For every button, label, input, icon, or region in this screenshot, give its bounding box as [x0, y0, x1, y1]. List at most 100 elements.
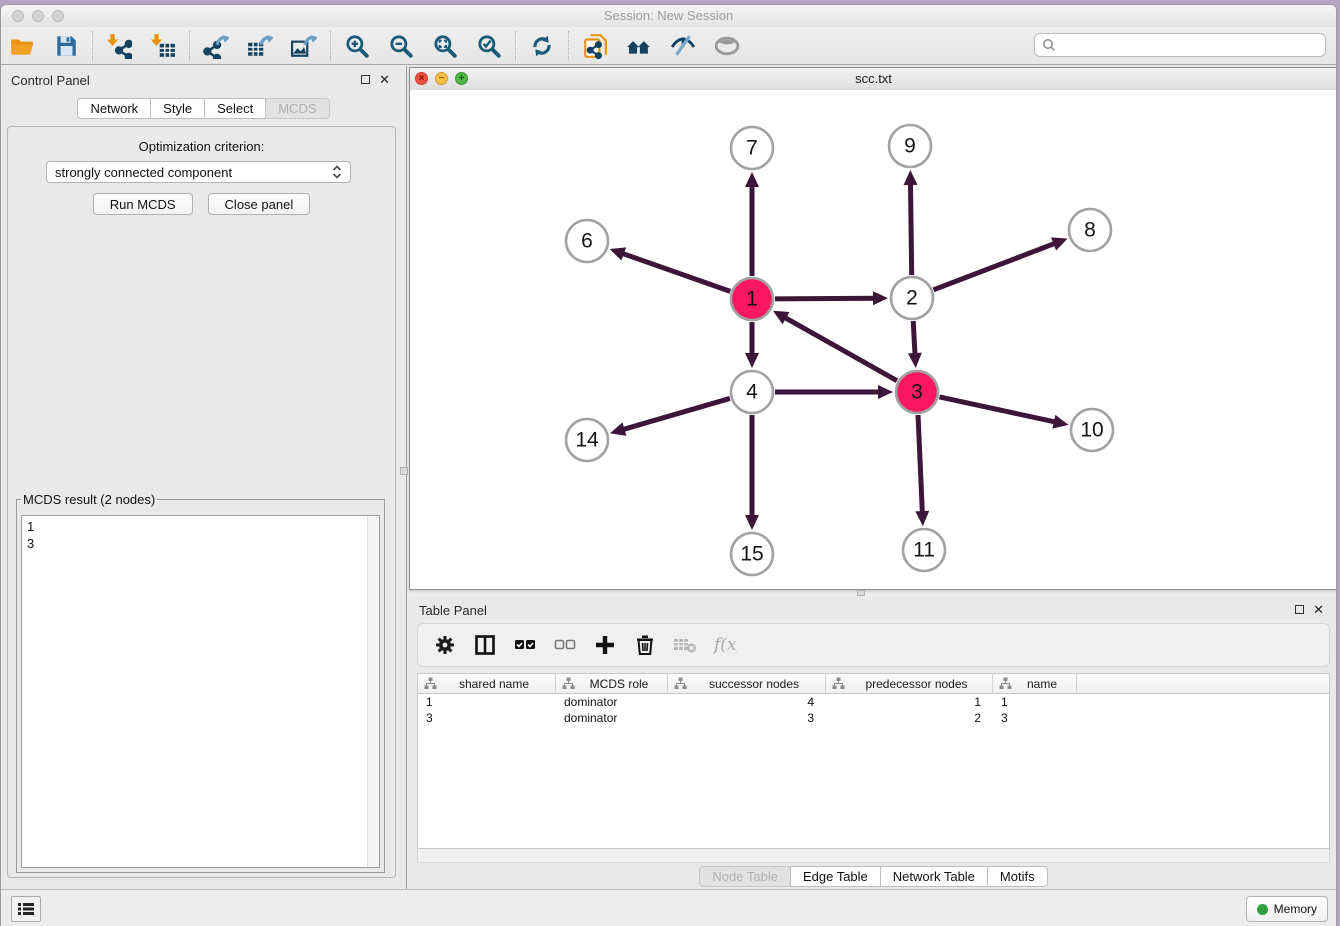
graph-node-8[interactable]: 8: [1069, 209, 1111, 251]
graph-edge-1-7[interactable]: [745, 172, 759, 276]
first-neighbors-button[interactable]: [626, 33, 652, 59]
mcds-result-textarea[interactable]: 1 3: [21, 515, 380, 868]
delete-column-icon: [633, 633, 657, 657]
search-input[interactable]: [1057, 35, 1325, 55]
graph-edge-4-3[interactable]: [775, 385, 893, 399]
graph-edge-2-9[interactable]: [904, 170, 918, 275]
zoom-in-button[interactable]: [344, 33, 370, 59]
graph-node-6[interactable]: 6: [566, 220, 608, 262]
graph-edge-1-4[interactable]: [745, 322, 759, 368]
tab-motifs[interactable]: Motifs: [987, 866, 1048, 887]
first-neighbors-icon: [626, 33, 652, 59]
graph-node-2[interactable]: 2: [891, 277, 933, 319]
control-panel-float-icon[interactable]: [361, 75, 370, 84]
table-panel: Table Panel ✕ f(x) shared nameMCDS roles…: [409, 597, 1337, 889]
search-icon: [1041, 37, 1057, 53]
new-network-from-selection-button[interactable]: [582, 33, 608, 59]
graph-node-3[interactable]: 3: [896, 371, 938, 413]
close-panel-button[interactable]: Close panel: [208, 193, 311, 215]
graph-node-15[interactable]: 15: [731, 533, 773, 575]
column-header-successor-nodes[interactable]: successor nodes: [668, 674, 826, 693]
column-header-predecessor-nodes[interactable]: predecessor nodes: [826, 674, 993, 693]
task-history-button[interactable]: [11, 896, 41, 922]
svg-text:10: 10: [1080, 419, 1103, 442]
tab-style[interactable]: Style: [150, 98, 205, 119]
criterion-dropdown[interactable]: strongly connected component: [46, 161, 351, 183]
tab-select[interactable]: Select: [204, 98, 266, 119]
add-column-button[interactable]: [592, 632, 618, 658]
show-all-button[interactable]: [714, 33, 740, 59]
column-header-name[interactable]: name: [993, 674, 1077, 693]
table-row[interactable]: 1dominator411: [418, 694, 1329, 710]
table-row[interactable]: 3dominator323: [418, 710, 1329, 726]
import-network-button[interactable]: [106, 33, 132, 59]
control-panel-title: Control Panel: [11, 73, 90, 88]
refresh-layout-button[interactable]: [529, 33, 555, 59]
table-panel-close-icon[interactable]: ✕: [1313, 605, 1324, 614]
toolbar-separator: [189, 31, 190, 61]
svg-text:2: 2: [906, 287, 918, 310]
export-image-icon: [291, 33, 317, 59]
import-table-button[interactable]: [150, 33, 176, 59]
result-scrollbar[interactable]: [367, 516, 379, 867]
unselect-all-button[interactable]: [552, 632, 578, 658]
export-table-button[interactable]: [247, 33, 273, 59]
table-cell: 3: [993, 711, 1077, 725]
tab-mcds[interactable]: MCDS: [265, 98, 329, 119]
columns-button[interactable]: [472, 632, 498, 658]
graph-node-11[interactable]: 11: [903, 529, 945, 571]
graph-edge-2-3[interactable]: [908, 321, 922, 368]
tab-node-table[interactable]: Node Table: [699, 866, 791, 887]
application-window: Session: New Session Control Panel ✕ Net…: [0, 4, 1337, 926]
run-mcds-button[interactable]: Run MCDS: [93, 193, 193, 215]
horizontal-splitter-handle[interactable]: [857, 590, 865, 596]
table-horizontal-scrollbar[interactable]: [417, 849, 1330, 863]
select-all-button[interactable]: [512, 632, 538, 658]
graph-edge-2-8[interactable]: [933, 237, 1067, 289]
tab-edge-table[interactable]: Edge Table: [790, 866, 881, 887]
table-panel-float-icon[interactable]: [1295, 605, 1304, 614]
search-box[interactable]: [1034, 33, 1326, 57]
zoom-selected-button[interactable]: [476, 33, 502, 59]
tab-network-table[interactable]: Network Table: [880, 866, 988, 887]
graph-edge-4-15[interactable]: [745, 415, 759, 530]
control-panel-close-icon[interactable]: ✕: [379, 75, 390, 84]
mcds-result-group: MCDS result (2 nodes) 1 3: [16, 492, 385, 873]
refresh-layout-icon: [529, 33, 555, 59]
gear-button[interactable]: [432, 632, 458, 658]
graph-node-9[interactable]: 9: [889, 125, 931, 167]
table-header-row: shared nameMCDS rolesuccessor nodesprede…: [418, 674, 1329, 694]
delete-table-button[interactable]: [672, 632, 698, 658]
hide-selected-button[interactable]: [670, 33, 696, 59]
column-header-shared-name[interactable]: shared name: [418, 674, 556, 693]
tab-network[interactable]: Network: [77, 98, 151, 119]
export-network-button[interactable]: [203, 33, 229, 59]
open-session-button[interactable]: [9, 33, 35, 59]
graph-edge-1-2[interactable]: [775, 291, 888, 305]
export-image-button[interactable]: [291, 33, 317, 59]
graph-edge-3-10[interactable]: [939, 397, 1068, 429]
save-session-button[interactable]: [53, 33, 79, 59]
graph-edge-3-11[interactable]: [915, 415, 929, 526]
memory-button[interactable]: Memory: [1246, 896, 1328, 922]
zoom-fit-button[interactable]: [432, 33, 458, 59]
function-builder-button[interactable]: f(x): [712, 632, 738, 658]
table-cell: 3: [668, 711, 826, 725]
table-cell: 3: [418, 711, 556, 725]
graph-node-1[interactable]: 1: [731, 278, 773, 320]
zoom-out-button[interactable]: [388, 33, 414, 59]
graph-node-10[interactable]: 10: [1071, 409, 1113, 451]
graph-node-14[interactable]: 14: [566, 419, 608, 461]
graph-edge-1-6[interactable]: [610, 247, 731, 291]
graph-edge-3-1[interactable]: [773, 311, 897, 381]
svg-text:11: 11: [913, 539, 935, 562]
graph-node-7[interactable]: 7: [731, 127, 773, 169]
save-session-icon: [53, 33, 79, 59]
graph-edge-4-14[interactable]: [610, 398, 730, 435]
vertical-splitter-handle[interactable]: [400, 467, 408, 475]
graph-node-4[interactable]: 4: [731, 371, 773, 413]
delete-column-button[interactable]: [632, 632, 658, 658]
column-header-MCDS-role[interactable]: MCDS role: [556, 674, 668, 693]
network-canvas[interactable]: 7 9 6 8 1 2 4 3 14 10 15 11: [410, 90, 1337, 589]
table-cell: dominator: [556, 711, 668, 725]
